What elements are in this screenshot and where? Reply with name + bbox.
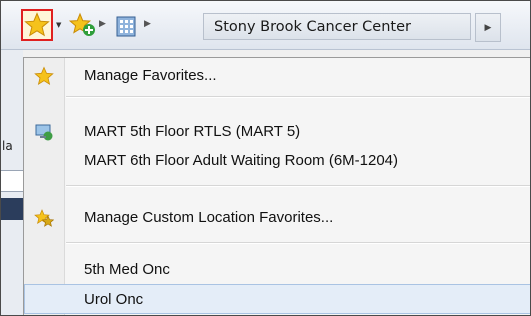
favorites-dropdown-arrow[interactable]: ▼ — [56, 21, 61, 29]
location-button[interactable] — [112, 13, 140, 39]
add-favorite-button[interactable] — [68, 11, 98, 39]
breadcrumb-location[interactable]: Stony Brook Cancer Center — [203, 13, 471, 40]
separator-arrow: ▶ — [144, 19, 151, 29]
menu-item-label: Manage Favorites... — [84, 67, 217, 84]
background-field — [1, 170, 23, 192]
menu-item-mart-6th-floor[interactable]: MART 6th Floor Adult Waiting Room (6M-12… — [24, 147, 530, 175]
breadcrumb-label: Stony Brook Cancer Center — [214, 18, 411, 35]
menu-item-label: 5th Med Onc — [84, 261, 170, 278]
background-panel — [1, 198, 23, 220]
background-window-edge: la — [1, 50, 23, 315]
star-icon — [24, 12, 50, 37]
menu-item-mart-5th-floor[interactable]: MART 5th Floor RTLS (MART 5) — [24, 118, 530, 146]
chevron-right-icon: ▶ — [484, 22, 492, 33]
star-multi-icon — [34, 209, 54, 227]
favorites-menu: Manage Favorites... MART 5th Floor RTLS … — [23, 57, 530, 315]
menu-item-label: MART 6th Floor Adult Waiting Room (6M-12… — [84, 152, 399, 169]
menu-separator — [66, 96, 530, 98]
menu-item-label: MART 5th Floor RTLS (MART 5) — [84, 123, 301, 140]
toolbar: ▼ ▶ ▶ Stony Brook Cancer Center ▶ — [1, 1, 530, 50]
building-icon — [116, 16, 136, 37]
menu-item-manage-custom-location-favorites[interactable]: Manage Custom Location Favorites... — [24, 204, 530, 232]
menu-separator — [66, 185, 530, 187]
background-text: la — [2, 139, 13, 153]
monitor-icon — [35, 124, 53, 141]
menu-item-urol-onc[interactable]: Urol Onc — [24, 284, 530, 314]
window-frame: ▼ ▶ ▶ Stony Brook Cancer Center ▶ la Man… — [0, 0, 531, 316]
favorites-button[interactable] — [21, 9, 53, 41]
menu-item-manage-favorites[interactable]: Manage Favorites... — [24, 62, 530, 90]
star-icon — [34, 66, 54, 85]
menu-item-label: Urol Onc — [84, 291, 144, 308]
star-add-icon — [69, 12, 95, 36]
breadcrumb-chevron-button[interactable]: ▶ — [475, 13, 501, 42]
separator-arrow: ▶ — [99, 19, 106, 29]
menu-separator — [66, 242, 530, 244]
menu-item-5th-med-onc[interactable]: 5th Med Onc — [24, 256, 530, 284]
menu-item-label: Manage Custom Location Favorites... — [84, 209, 334, 226]
